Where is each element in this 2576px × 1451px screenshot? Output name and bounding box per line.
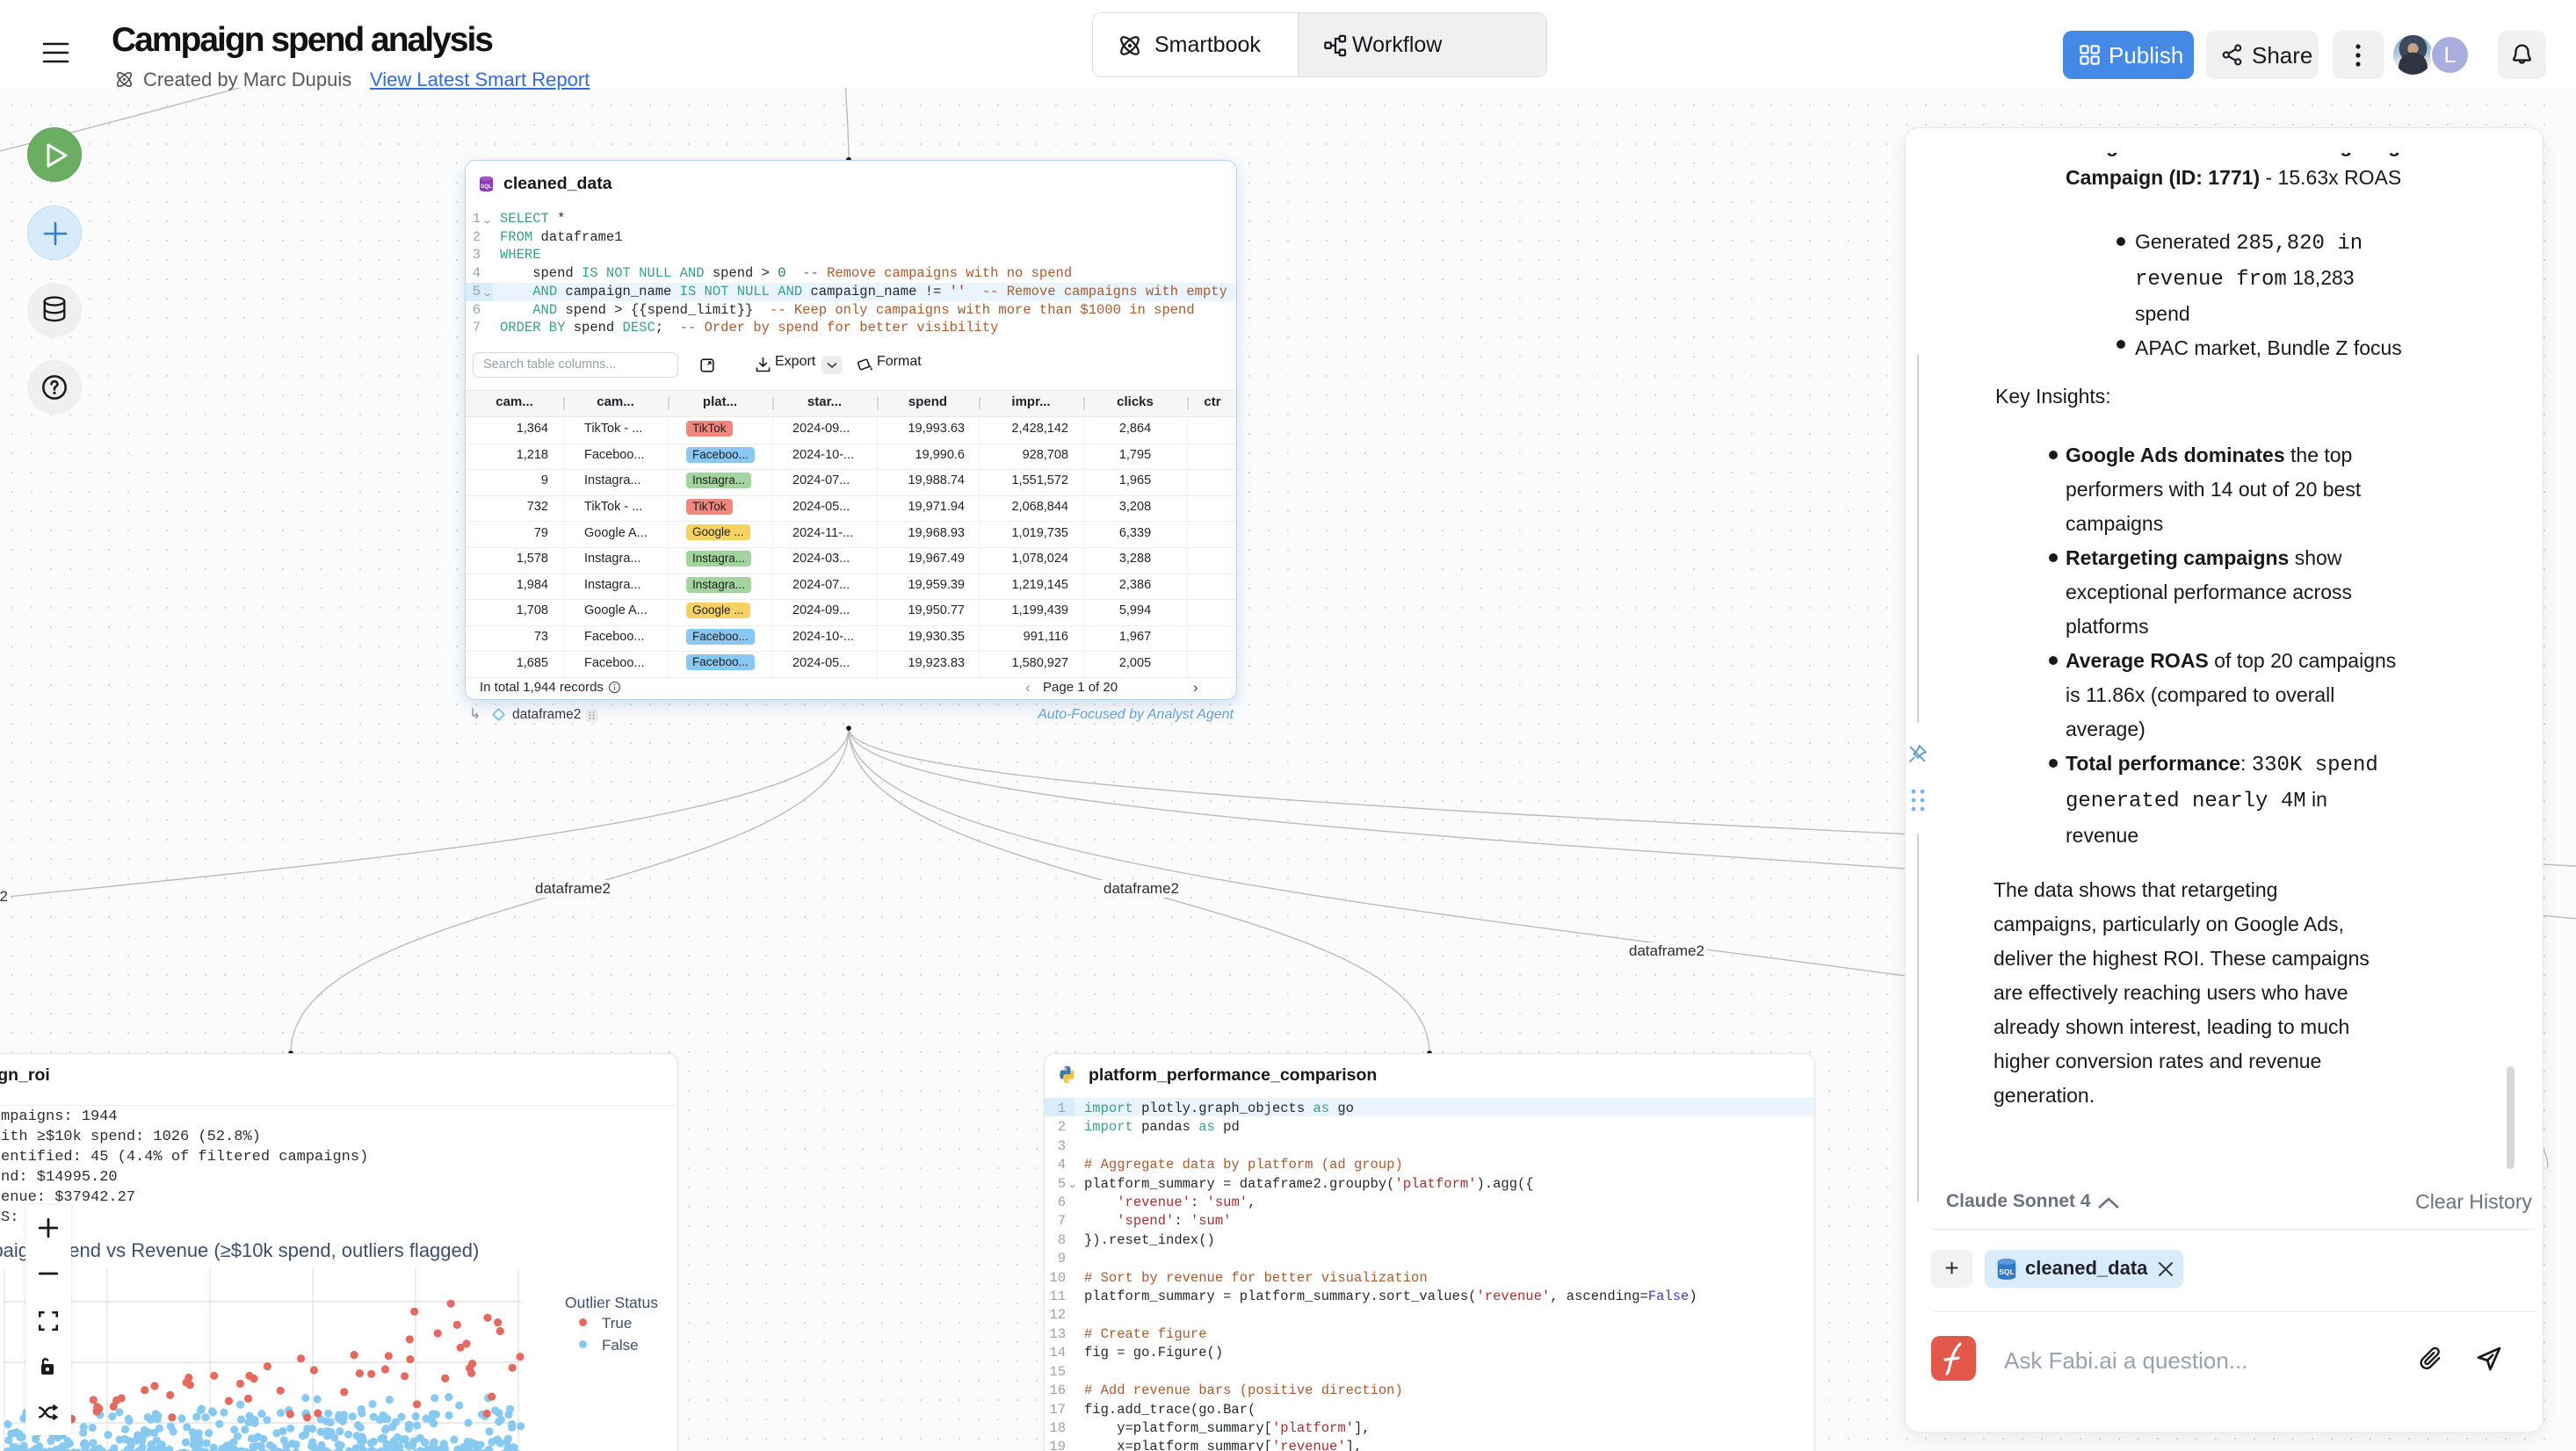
svg-text:SQL: SQL: [1999, 1267, 2014, 1276]
svg-text:SQL: SQL: [481, 184, 492, 190]
